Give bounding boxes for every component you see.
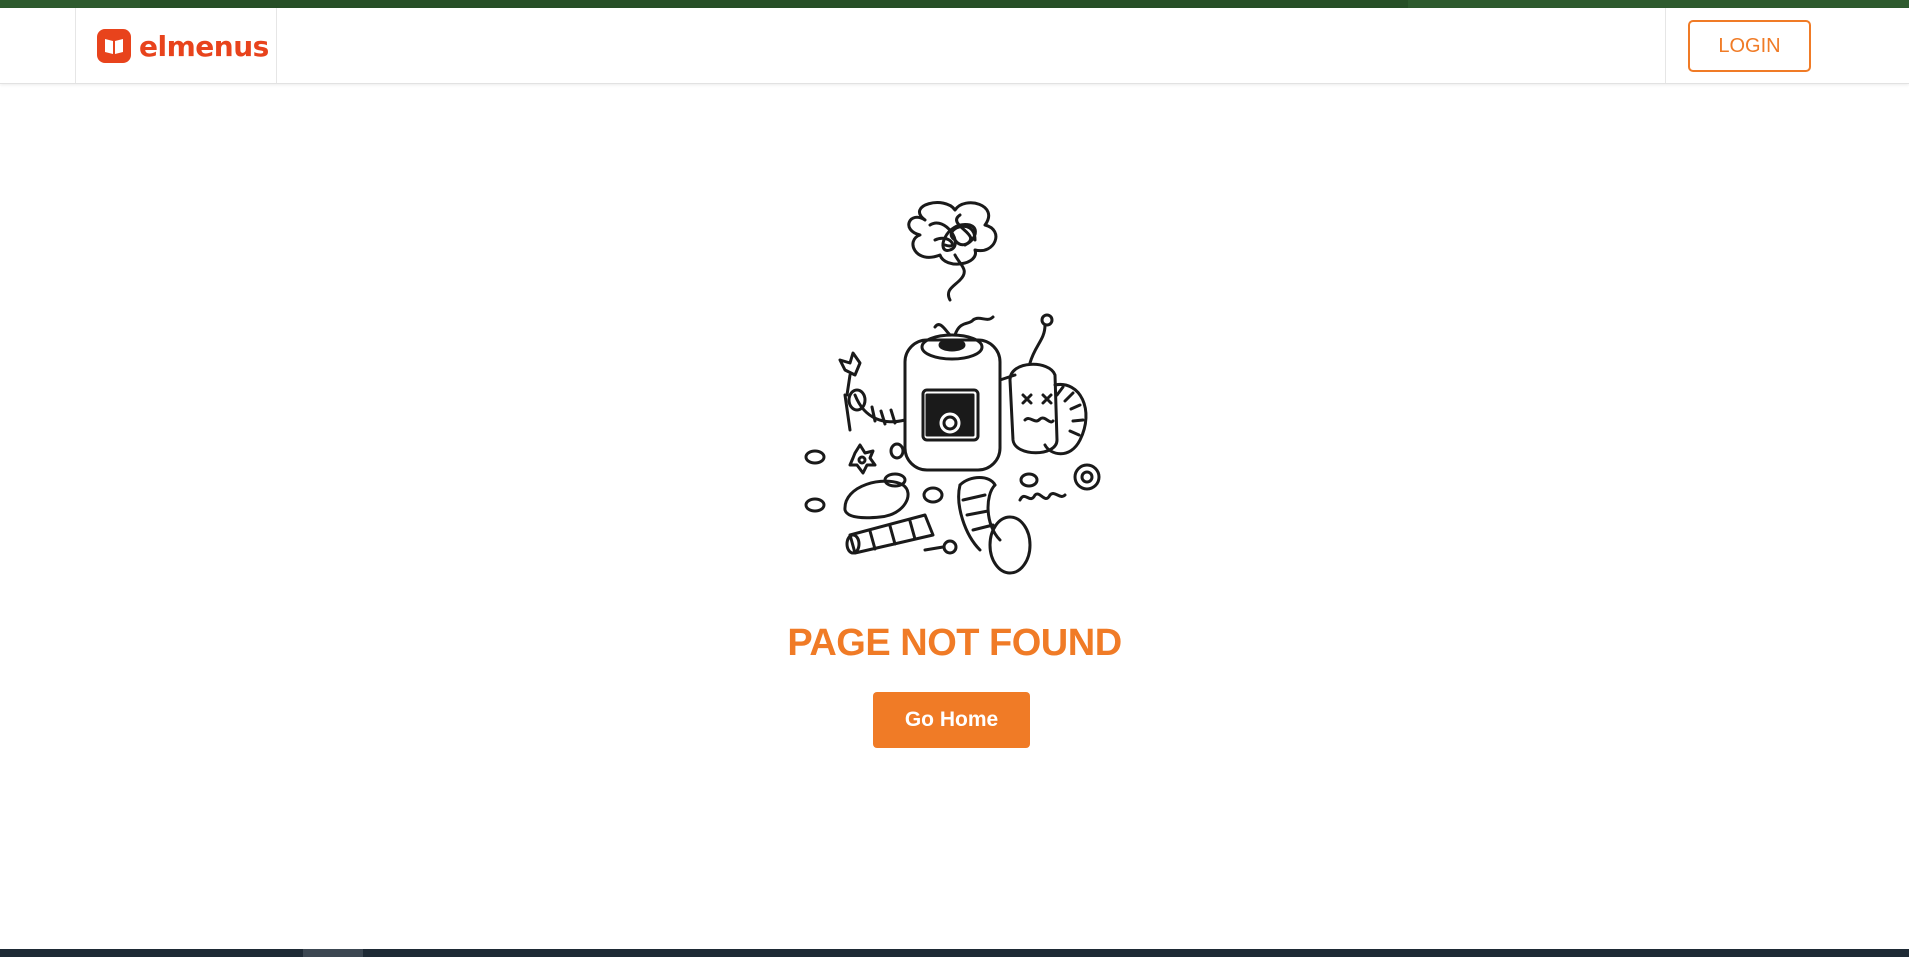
go-home-button[interactable]: Go Home bbox=[873, 692, 1030, 748]
footer bbox=[0, 949, 1909, 957]
top-navbar: elmenus LOGIN bbox=[0, 8, 1909, 84]
elmenus-book-icon bbox=[97, 29, 131, 63]
footer-tab bbox=[303, 949, 363, 957]
navbar-divider bbox=[1665, 8, 1666, 83]
navbar-divider bbox=[75, 8, 76, 83]
page-title: PAGE NOT FOUND bbox=[787, 622, 1122, 664]
elmenus-logo[interactable]: elmenus bbox=[97, 28, 269, 64]
page-loading-bar-fill bbox=[140, 0, 1408, 8]
login-button[interactable]: LOGIN bbox=[1688, 20, 1811, 72]
page-loading-bar bbox=[0, 0, 1909, 8]
logo-text: elmenus bbox=[139, 29, 269, 63]
navbar-divider bbox=[276, 8, 277, 83]
broken-robot-illustration bbox=[795, 195, 1115, 580]
